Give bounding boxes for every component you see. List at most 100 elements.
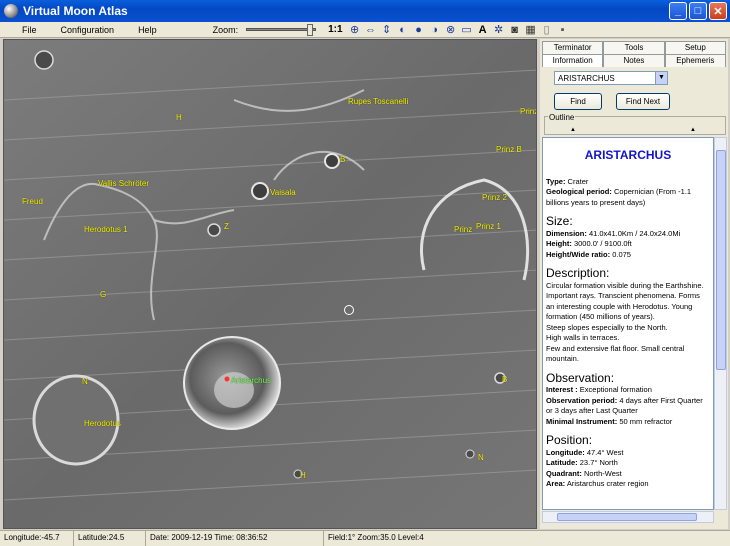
hw-ratio-label: Height/Wide ratio: bbox=[546, 249, 611, 259]
status-datetime: Date: 2009-12-19 Time: 08:36:52 bbox=[146, 531, 324, 546]
instrument-value: 50 mm refractor bbox=[619, 416, 673, 426]
moon-phase-icon[interactable]: ◐ bbox=[396, 23, 410, 37]
map-label[interactable]: Prinz bbox=[454, 225, 472, 234]
height-value: 3000.0' / 9100.0ft bbox=[573, 239, 632, 248]
map-label[interactable]: Freud bbox=[22, 197, 43, 206]
map-label[interactable]: Prinz B bbox=[496, 145, 522, 154]
tab-terminator[interactable]: Terminator bbox=[542, 41, 604, 54]
longitude-value: 47.4° West bbox=[586, 447, 624, 457]
menu-configuration[interactable]: Configuration bbox=[49, 25, 127, 35]
status-bar: Longitude:-45.7 Latitude:24.5 Date: 2009… bbox=[0, 530, 730, 546]
font-icon[interactable]: A bbox=[476, 23, 490, 37]
quadrant-value: North-West bbox=[583, 468, 622, 478]
quadrant-label: Quadrant: bbox=[546, 468, 582, 478]
libration-icon[interactable]: ◑ bbox=[428, 23, 442, 37]
feature-select-value: ARISTARCHUS bbox=[558, 74, 615, 83]
map-label[interactable]: G bbox=[100, 290, 106, 299]
description-heading: Description: bbox=[546, 266, 610, 280]
page-icon[interactable]: ▯ bbox=[540, 23, 554, 37]
moon-map-view[interactable]: Rupes Toscanelli H B Prinz Prinz B Valli… bbox=[3, 39, 537, 529]
size-heading: Size: bbox=[546, 214, 573, 228]
outline-label: Outline bbox=[548, 113, 576, 122]
feature-name-heading: ARISTARCHUS bbox=[584, 148, 672, 162]
window-title: Virtual Moon Atlas bbox=[23, 4, 128, 18]
shading-icon[interactable]: ● bbox=[412, 23, 426, 37]
camera-icon[interactable]: ◙ bbox=[508, 23, 522, 37]
info-horizontal-scrollbar[interactable] bbox=[542, 511, 714, 523]
outline-slider-right-icon[interactable]: ▲ bbox=[690, 127, 696, 133]
moon-surface bbox=[4, 40, 536, 528]
geo-period-label: Geological period: bbox=[546, 187, 612, 196]
hw-ratio-value: 0.075 bbox=[612, 249, 631, 259]
map-label-selected[interactable]: Aristarchus bbox=[231, 376, 271, 385]
calendar-icon[interactable]: ▦ bbox=[524, 23, 538, 37]
latitude-value: 23.7° North bbox=[579, 458, 618, 467]
dimension-label: Dimension: bbox=[546, 228, 587, 238]
area-label: Area: bbox=[546, 479, 566, 488]
globe-icon[interactable]: ⊗ bbox=[444, 23, 458, 37]
scroll-thumb[interactable] bbox=[716, 150, 726, 370]
height-label: Height: bbox=[546, 239, 572, 248]
feature-select[interactable]: ARISTARCHUS ▼ bbox=[554, 71, 668, 85]
map-label[interactable]: Prinz 2 bbox=[482, 193, 507, 202]
menu-file[interactable]: File bbox=[0, 25, 49, 35]
flip-vertical-icon[interactable]: ⇕ bbox=[380, 23, 394, 37]
zoom-label: Zoom: bbox=[212, 24, 239, 35]
description-line: Few and extensive flat floor. Small cent… bbox=[546, 343, 685, 364]
info-vertical-scrollbar[interactable] bbox=[714, 137, 727, 510]
grid-icon[interactable]: ⊕ bbox=[348, 23, 362, 37]
map-label[interactable]: H bbox=[176, 113, 182, 122]
map-label[interactable]: B bbox=[340, 155, 345, 164]
map-label[interactable]: B bbox=[502, 375, 507, 384]
find-button[interactable]: Find bbox=[554, 93, 602, 110]
map-label[interactable]: Vaisala bbox=[270, 188, 296, 197]
description-line: High walls in terraces. bbox=[546, 333, 620, 342]
status-view: Field:1° Zoom:35.0 Level:4 bbox=[328, 533, 424, 542]
tab-setup[interactable]: Setup bbox=[664, 41, 726, 54]
observation-heading: Observation: bbox=[546, 370, 615, 385]
zoom-reset-button[interactable]: 1:1 bbox=[328, 24, 342, 35]
instrument-label: Minimal Instrument: bbox=[546, 416, 618, 426]
description-line: Circular formation visible during the Ea… bbox=[546, 280, 704, 322]
minimize-button[interactable]: _ bbox=[669, 2, 687, 20]
feature-info-text: ARISTARCHUS Type: Crater Geological peri… bbox=[542, 137, 714, 510]
scale-icon[interactable]: ▭ bbox=[460, 23, 474, 37]
tab-notes[interactable]: Notes bbox=[603, 54, 665, 67]
window-icon[interactable]: ▪ bbox=[556, 23, 570, 37]
type-label: Type: bbox=[546, 176, 566, 186]
tab-tools[interactable]: Tools bbox=[603, 41, 665, 54]
outline-slider-left-icon[interactable]: ▲ bbox=[570, 127, 576, 133]
map-label[interactable]: Herodotus 1 bbox=[84, 225, 128, 234]
find-next-button[interactable]: Find Next bbox=[616, 93, 670, 110]
map-label[interactable]: Herodotus bbox=[84, 419, 121, 428]
interest-label: Interest : bbox=[546, 385, 578, 394]
type-value: Crater bbox=[567, 176, 589, 186]
map-label[interactable]: N bbox=[478, 453, 484, 462]
status-latitude: Latitude:24.5 bbox=[74, 531, 146, 546]
scroll-thumb[interactable] bbox=[557, 513, 697, 521]
flip-horizontal-icon[interactable]: ⇔ bbox=[364, 23, 378, 37]
map-label[interactable]: Prinz 1 bbox=[476, 222, 501, 231]
map-label[interactable]: Z bbox=[224, 222, 229, 231]
map-label[interactable]: Rupes Toscanelli bbox=[348, 97, 408, 106]
map-label[interactable]: H bbox=[300, 471, 306, 480]
chevron-down-icon[interactable]: ▼ bbox=[655, 72, 667, 84]
settings-icon[interactable]: ✲ bbox=[492, 23, 506, 37]
close-button[interactable]: ✕ bbox=[709, 2, 727, 20]
map-label[interactable]: N bbox=[82, 377, 88, 386]
map-label[interactable]: Prinz bbox=[520, 107, 536, 116]
crosshair-cursor-icon bbox=[344, 305, 354, 315]
zoom-slider-thumb[interactable] bbox=[307, 24, 314, 36]
moon-app-icon bbox=[4, 4, 18, 18]
zoom-slider[interactable] bbox=[246, 24, 317, 36]
tab-ephemeris[interactable]: Ephemeris bbox=[664, 54, 726, 67]
area-value: Aristarchus crater region bbox=[566, 479, 649, 488]
dimension-value: 41.0x41.0Km / 24.0x24.0Mi bbox=[588, 228, 681, 238]
longitude-label: Longitude: bbox=[546, 447, 585, 457]
status-longitude: Longitude:-45.7 bbox=[0, 531, 74, 546]
menu-help[interactable]: Help bbox=[126, 25, 169, 35]
map-label[interactable]: Vallis Schröter bbox=[98, 179, 149, 188]
maximize-button[interactable]: □ bbox=[689, 2, 707, 20]
tab-information[interactable]: Information bbox=[542, 54, 604, 67]
obs-period-label: Observation period: bbox=[546, 395, 618, 405]
